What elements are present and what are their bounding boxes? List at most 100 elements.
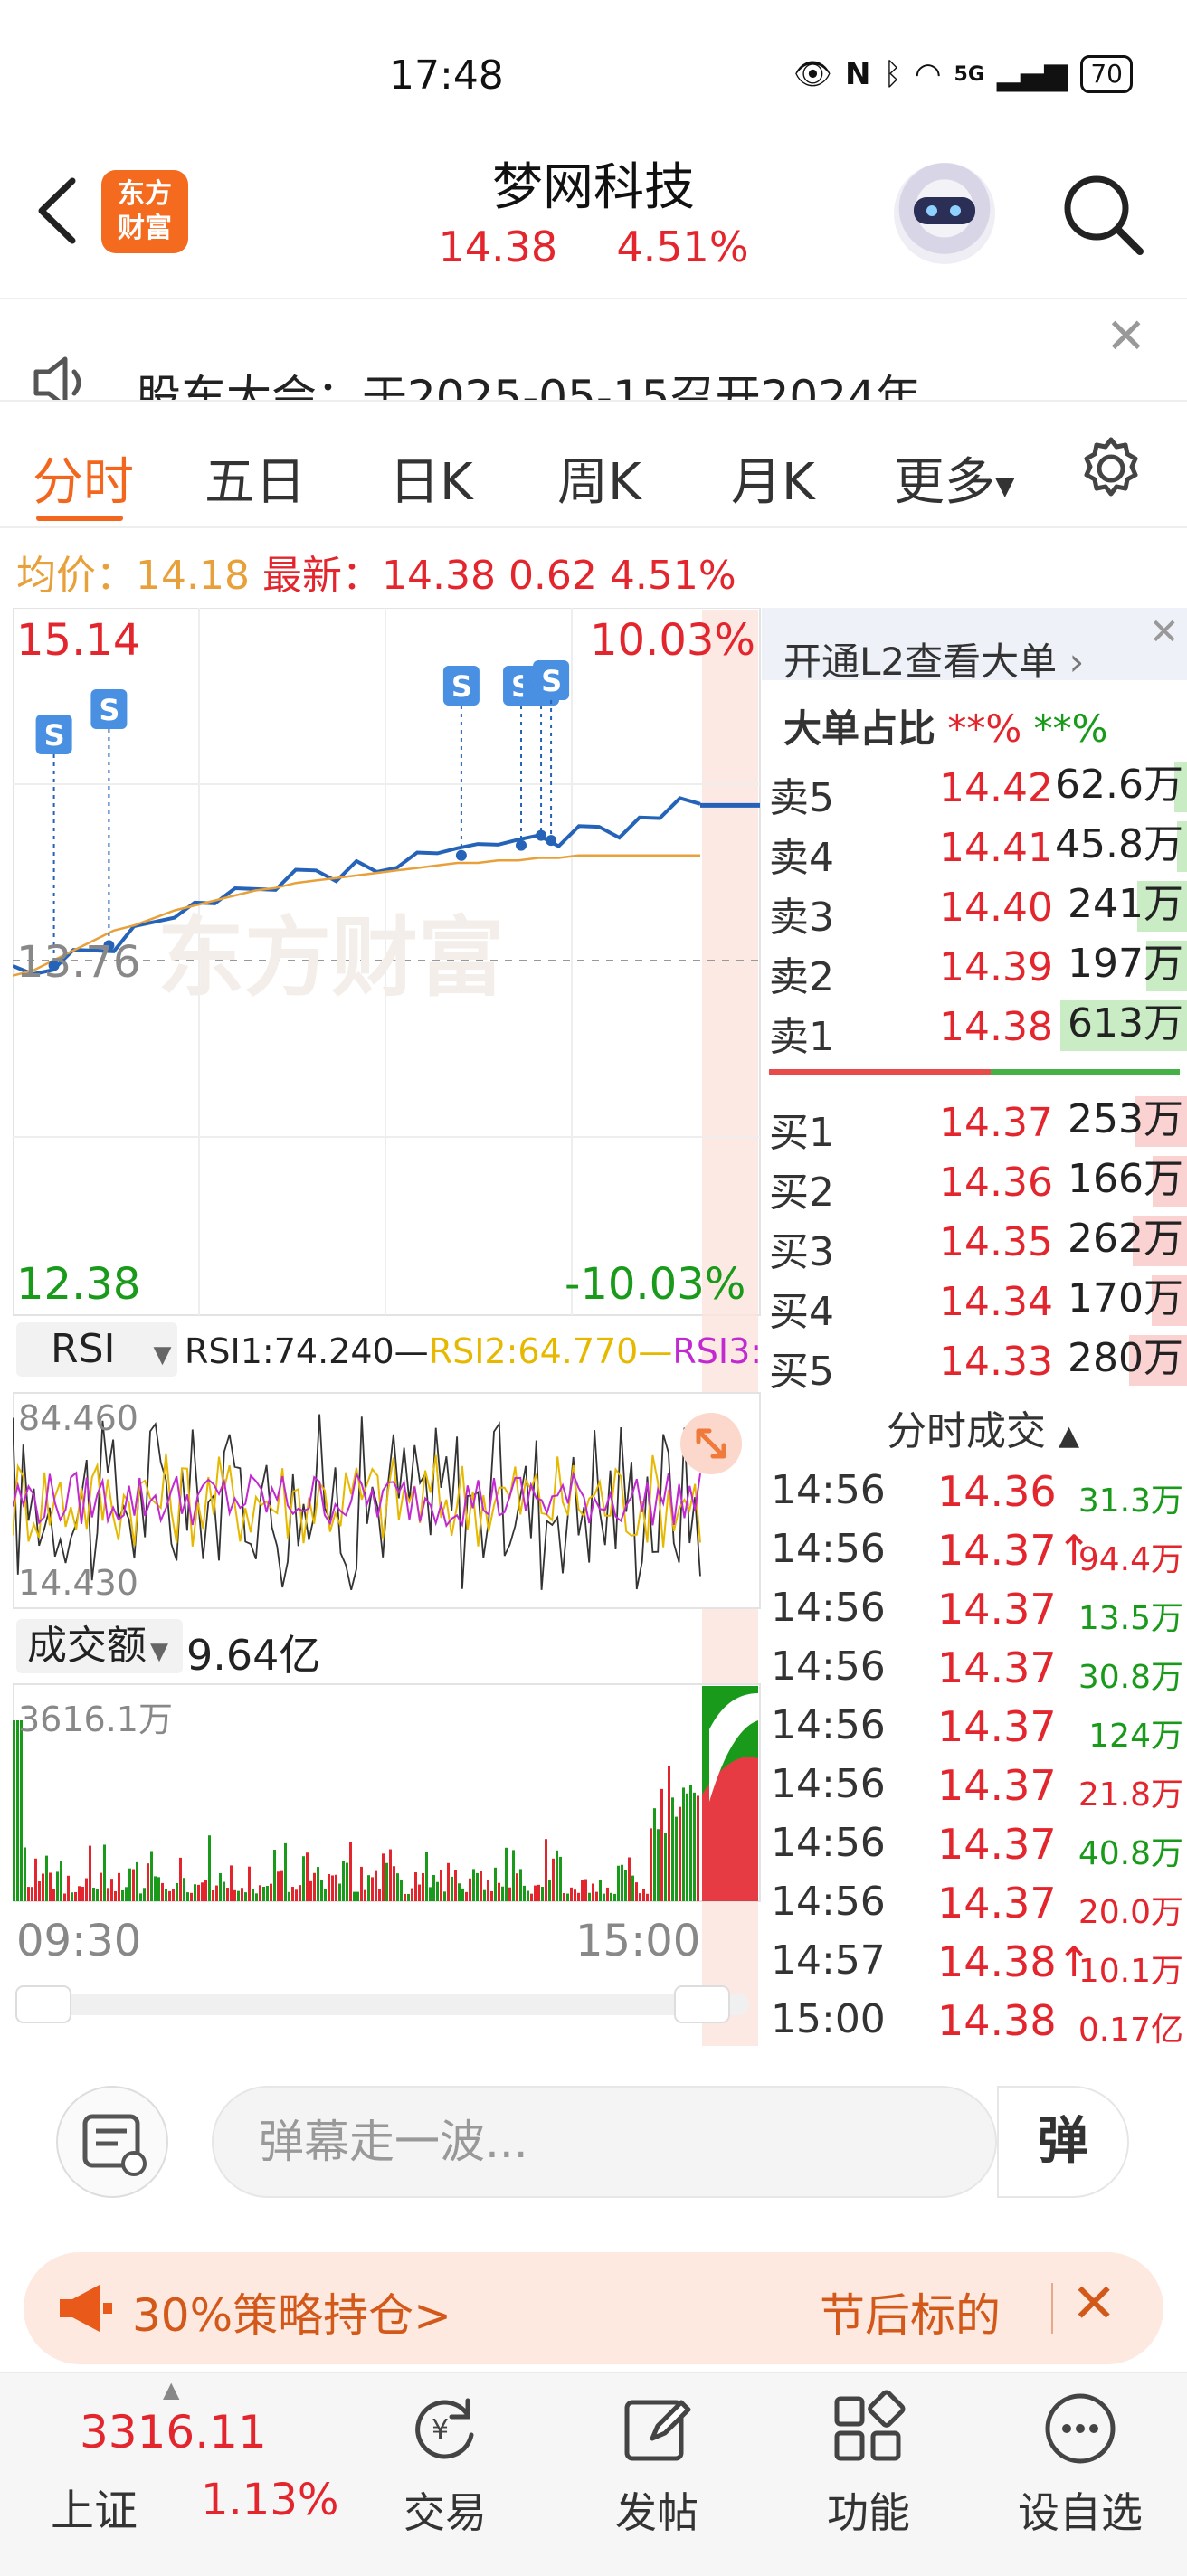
tab-monthly-k[interactable]: 月K — [731, 441, 815, 515]
nav-functions-label: 功能 — [827, 2488, 910, 2537]
ask-level-label: 卖2 — [769, 954, 834, 1000]
volume-bar — [599, 1880, 602, 1901]
bid-volume-bar — [1132, 1216, 1187, 1266]
danmu-toggle-button[interactable]: 弹 — [997, 2086, 1129, 2198]
time-scrollbar[interactable] — [16, 1994, 749, 2015]
danmu-input[interactable]: 弹幕走一波... — [212, 2086, 997, 2198]
tick-row: 14:57 14.38↑ 10.1万 — [771, 1932, 1183, 1990]
volume-bar — [483, 1889, 486, 1901]
volume-bar — [501, 1886, 504, 1901]
rsi-selector[interactable]: RSI ▼ — [16, 1322, 177, 1377]
nav-add-watchlist[interactable]: 设自选 — [1008, 2388, 1153, 2540]
expand-icon[interactable] — [679, 1411, 744, 1476]
bid-row[interactable]: 买1 14.37 253万 — [769, 1093, 1187, 1156]
comment-settings-icon[interactable] — [56, 2086, 168, 2198]
volume-selector[interactable]: 成交额 ▼ — [16, 1619, 183, 1673]
ask-row[interactable]: 卖2 14.39 197万 — [769, 937, 1187, 1000]
volume-bar — [52, 1889, 55, 1901]
assistant-robot-icon[interactable] — [894, 163, 995, 264]
nav-post[interactable]: 发帖 — [584, 2388, 729, 2540]
bid-price: 14.37 — [939, 1100, 1053, 1146]
volume-bar — [498, 1882, 500, 1901]
ask-price: 14.40 — [939, 885, 1053, 931]
volume-bar — [650, 1828, 652, 1901]
index-value[interactable]: 3316.11 — [80, 2406, 267, 2458]
tab-weekly-k[interactable]: 周K — [557, 441, 641, 515]
volume-bar — [20, 1720, 23, 1901]
index-pct[interactable]: 1.13% — [201, 2475, 338, 2525]
volume-bar — [454, 1870, 457, 1901]
bid-row[interactable]: 买2 14.36 166万 — [769, 1152, 1187, 1216]
tab-intraday[interactable]: 分时 — [33, 441, 134, 515]
volume-bar — [566, 1893, 569, 1901]
bid-row[interactable]: 买4 14.34 170万 — [769, 1272, 1187, 1335]
bid-row[interactable]: 买5 14.33 280万 — [769, 1331, 1187, 1395]
index-name[interactable]: 上证 — [51, 2475, 138, 2538]
scroll-handle-left[interactable] — [15, 1985, 71, 2023]
ticks-header[interactable]: 分时成交 ▲ — [887, 1398, 1079, 1456]
volume-bar — [480, 1870, 482, 1901]
notice-bar[interactable]: 股东大会：于2025-05-15召开2024年... — [0, 298, 1187, 400]
tick-row: 14:56 14.37 13.5万 — [771, 1579, 1183, 1637]
volume-bar — [697, 1795, 699, 1901]
ask-row[interactable]: 卖3 14.40 241万 — [769, 877, 1187, 941]
volume-bar — [147, 1863, 149, 1901]
bid-volume-bar — [1135, 1096, 1187, 1147]
ask-row[interactable]: 卖1 14.38 613万 — [769, 997, 1187, 1060]
price-info-line: 均价：14.18 最新：14.38 0.62 4.51% — [16, 543, 736, 601]
promo-close-icon[interactable]: ✕ — [1071, 2272, 1116, 2335]
price-high-label: 15.14 — [16, 615, 141, 666]
volume-bar — [581, 1880, 584, 1901]
scroll-handle-right[interactable] — [674, 1985, 730, 2023]
search-icon[interactable] — [1057, 168, 1147, 259]
volume-bar — [505, 1847, 508, 1901]
nav-functions[interactable]: 功能 — [796, 2388, 941, 2540]
settings-gear-icon[interactable] — [1077, 434, 1145, 503]
volume-bar — [382, 1853, 385, 1901]
ask-row[interactable]: 卖4 14.41 45.8万 — [769, 818, 1187, 881]
tick-time: 14:56 — [771, 1761, 886, 1807]
ask-row[interactable]: 卖5 14.42 62.6万 — [769, 758, 1187, 821]
tick-price: 14.38 — [937, 1996, 1057, 2045]
promo-left-text[interactable]: 30%策略持仓> — [132, 2279, 451, 2344]
l2-close-icon[interactable]: ✕ — [1149, 611, 1180, 653]
nav-trade[interactable]: ¥ 交易 — [373, 2388, 518, 2540]
stock-name: 梦网科技 — [492, 158, 695, 217]
bid-level-label: 买1 — [769, 1110, 834, 1156]
volume-bar — [56, 1871, 59, 1901]
volume-bar — [197, 1884, 200, 1901]
tick-row: 14:56 14.37 30.8万 — [771, 1638, 1183, 1696]
promo-right-text[interactable]: 节后标的 — [820, 2279, 1001, 2344]
pct-low-label: -10.03% — [565, 1259, 746, 1310]
latest-label: 最新： — [261, 553, 382, 599]
volume-bar — [621, 1864, 623, 1901]
volume-bar — [686, 1793, 688, 1901]
volume-bar — [299, 1885, 301, 1901]
volume-bar — [346, 1862, 348, 1901]
volume-bar — [107, 1888, 109, 1901]
volume-bar — [429, 1887, 432, 1901]
tick-price: 14.37↑ — [937, 1526, 1092, 1575]
volume-bar — [165, 1889, 167, 1901]
time-start-label: 09:30 — [16, 1916, 142, 1966]
tab-more[interactable]: 更多▼ — [894, 441, 1015, 515]
volume-bar — [425, 1852, 428, 1901]
volume-bar — [89, 1845, 91, 1901]
volume-bar — [190, 1892, 193, 1901]
volume-bar — [96, 1889, 99, 1901]
ask-volume: 241万 — [1064, 881, 1187, 932]
notice-close-icon[interactable]: ✕ — [1106, 308, 1146, 365]
tick-row: 14:56 14.37 40.8万 — [771, 1814, 1183, 1872]
volume-bar — [331, 1875, 334, 1901]
volume-bar — [176, 1882, 178, 1901]
wifi-icon: ◠ — [914, 56, 942, 92]
volume-bar — [577, 1892, 580, 1901]
bid-row[interactable]: 买3 14.35 262万 — [769, 1212, 1187, 1275]
big-order-label: 大单占比 — [783, 706, 936, 751]
volume-bar — [215, 1885, 218, 1901]
l2-banner-text[interactable]: 开通L2查看大单 › — [783, 631, 1084, 687]
ask-level-label: 卖1 — [769, 1014, 834, 1060]
tab-five-day[interactable]: 五日 — [204, 441, 306, 515]
tab-daily-k[interactable]: 日K — [389, 441, 473, 515]
rsi-selector-label: RSI — [51, 1326, 116, 1372]
